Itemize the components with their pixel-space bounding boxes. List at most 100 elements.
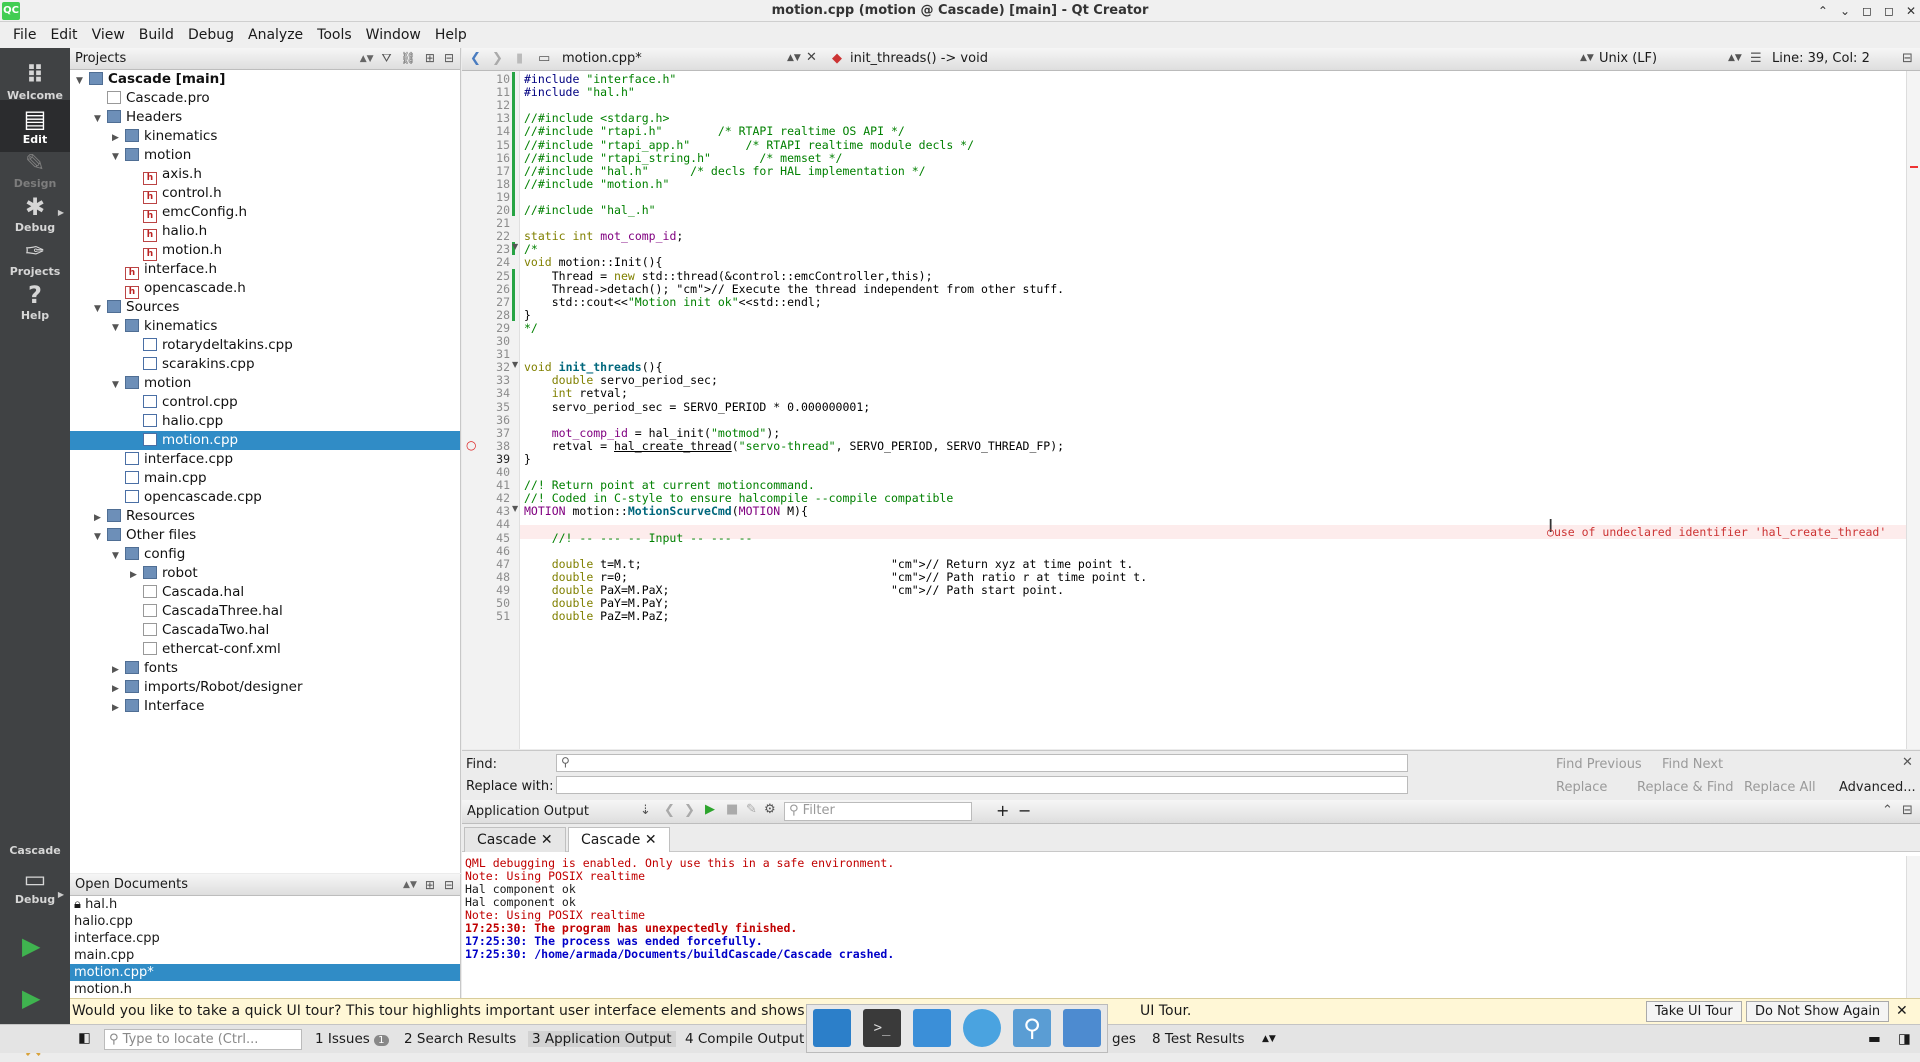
panel-dropdown-icon[interactable]: ▲▼ — [360, 54, 374, 64]
find-next-button[interactable]: Find Next — [1662, 757, 1723, 772]
prev-icon[interactable]: ❮ — [664, 803, 675, 818]
output-scrollbar[interactable] — [1906, 856, 1920, 998]
code-line[interactable]: double r=0; "cm">// Path ratio r at time… — [524, 570, 1147, 584]
open-document-item[interactable]: main.cpp — [70, 947, 460, 964]
issues-pane-button[interactable]: 1 Issues 1 — [315, 1031, 389, 1047]
attach-icon[interactable]: ⇣ — [640, 803, 651, 818]
code-line[interactable]: //#include "rtapi_string.h" /* memset */ — [524, 151, 843, 165]
tree-item-kinematics[interactable]: ▶ kinematics — [70, 127, 460, 146]
tree-item-motion-cpp[interactable]: motion.cpp — [70, 431, 460, 450]
output-tab-active[interactable]: Cascade ✕ — [568, 827, 670, 852]
open-document-item[interactable]: motion.cpp* — [70, 964, 460, 981]
tree-item-opencascade-h[interactable]: h opencascade.h — [70, 279, 460, 299]
menu-help[interactable]: Help — [428, 27, 474, 43]
output-text[interactable]: QML debugging is enabled. Only use this … — [462, 856, 1906, 998]
symbol-selector[interactable]: init_threads() -> void — [850, 51, 988, 66]
split-editor-icon[interactable]: ⊟ — [1902, 51, 1913, 66]
tree-item-fonts[interactable]: ▶ fonts — [70, 659, 460, 678]
code-line[interactable]: double servo_period_sec; — [524, 373, 718, 387]
tree-item-motion[interactable]: ▼ motion — [70, 374, 460, 393]
code-line[interactable]: servo_period_sec = SERVO_PERIOD * 0.0000… — [524, 400, 871, 414]
tree-item-opencascade-cpp[interactable]: opencascade.cpp — [70, 488, 460, 507]
output-tab[interactable]: Cascade ✕ — [464, 827, 566, 852]
tree-item-imports-robot-designer[interactable]: ▶ imports/Robot/designer — [70, 678, 460, 697]
close-panel-icon[interactable]: ⊟ — [444, 51, 454, 66]
document-dropdown-icon[interactable]: ▲▼ — [787, 53, 801, 63]
code-line[interactable]: //#include "hal_.h" — [524, 203, 656, 217]
code-line[interactable]: void motion::Init(){ — [524, 255, 662, 269]
terminal-icon[interactable]: >_ — [863, 1009, 901, 1047]
filter-icon[interactable]: ⛛ — [382, 51, 392, 66]
code-line[interactable]: //#include "rtapi.h" /* RTAPI realtime O… — [524, 124, 905, 138]
code-line[interactable]: Thread = new std::thread(&control::emcCo… — [524, 269, 933, 283]
line-ending-selector[interactable]: Unix (LF) — [1599, 51, 1657, 66]
code-line[interactable]: //#include <stdarg.h> — [524, 111, 669, 125]
tree-item-cascade-pro[interactable]: Cascade.pro — [70, 89, 460, 108]
browser-icon[interactable] — [963, 1009, 1001, 1047]
tree-item-rotarydeltakins-cpp[interactable]: rotarydeltakins.cpp — [70, 336, 460, 355]
close-panel-icon[interactable]: ⊟ — [444, 878, 454, 892]
tree-item-robot[interactable]: ▶ robot — [70, 564, 460, 583]
code-line[interactable]: double PaZ=M.PaZ; — [524, 609, 670, 623]
close-icon[interactable]: ✕ — [1906, 4, 1916, 18]
find-input[interactable]: ⚲ — [556, 754, 1408, 772]
fold-arrow-icon[interactable]: ▼ — [512, 360, 518, 369]
code-line[interactable]: //#include "hal.h" /* decls for HAL impl… — [524, 164, 926, 178]
code-line[interactable]: /* — [524, 242, 538, 256]
close-infobar-icon[interactable]: ✕ — [1896, 999, 1908, 1024]
messages-pane-button[interactable]: ges — [1112, 1031, 1136, 1047]
shade-icon[interactable]: ⌃ — [1818, 4, 1828, 18]
tree-item-axis-h[interactable]: h axis.h — [70, 165, 460, 185]
menu-tools[interactable]: Tools — [310, 27, 359, 43]
tree-item-interface-h[interactable]: h interface.h — [70, 260, 460, 280]
code-line[interactable]: double PaX=M.PaX; "cm">// Path start poi… — [524, 583, 1064, 597]
line-ending-dropdown-icon[interactable]: ▲▼ — [1728, 53, 1742, 63]
replace-all-button[interactable]: Replace All — [1744, 780, 1816, 795]
editor-scrollbar[interactable] — [1906, 71, 1920, 749]
close-tab-icon[interactable]: ✕ — [645, 832, 657, 848]
code-line[interactable]: #include "hal.h" — [524, 85, 635, 99]
mode-help[interactable]: ? Help — [0, 276, 70, 328]
cursor-position[interactable]: Line: 39, Col: 2 — [1772, 51, 1870, 66]
tree-item-halio-cpp[interactable]: halio.cpp — [70, 412, 460, 431]
maximize-panel-icon[interactable]: ⌃ — [1882, 803, 1893, 818]
menu-debug[interactable]: Debug — [181, 27, 241, 43]
test-results-pane-button[interactable]: 8 Test Results — [1152, 1031, 1245, 1047]
locator-input[interactable]: ⚲ Type to locate (Ctrl... — [104, 1029, 302, 1050]
zoom-in-icon[interactable]: + — [996, 801, 1009, 820]
tree-item-cascadatwo-hal[interactable]: CascadaTwo.hal — [70, 621, 460, 640]
tree-item-interface[interactable]: ▶ Interface — [70, 697, 460, 716]
tree-item-emcconfig-h[interactable]: h emcConfig.h — [70, 203, 460, 223]
code-line[interactable]: } — [524, 452, 531, 466]
outline-icon[interactable]: ☰ — [1750, 51, 1762, 66]
back-arrow-icon[interactable]: ❮ — [470, 51, 481, 66]
open-document-item[interactable]: halio.cpp — [70, 913, 460, 930]
symbol-dropdown-icon[interactable]: ▲▼ — [1580, 53, 1594, 63]
stop-icon[interactable]: ■ — [726, 802, 738, 817]
code-line[interactable]: double t=M.t; "cm">// Return xyz at time… — [524, 557, 1134, 571]
code-line[interactable]: retval = hal_create_thread("servo-thread… — [524, 439, 1064, 453]
code-line[interactable]: */ — [524, 321, 538, 335]
tree-item-motion-h[interactable]: h motion.h — [70, 241, 460, 261]
code-line[interactable]: int retval; — [524, 386, 628, 400]
menu-edit[interactable]: Edit — [43, 27, 84, 43]
tree-item-other-files[interactable]: ▼ Other files — [70, 526, 460, 545]
menu-build[interactable]: Build — [132, 27, 181, 43]
tree-item-control-h[interactable]: h control.h — [70, 184, 460, 204]
fold-arrow-icon[interactable]: ▼ — [512, 242, 518, 251]
desktop-icon[interactable] — [813, 1009, 851, 1047]
tree-item-cascadathree-hal[interactable]: CascadaThree.hal — [70, 602, 460, 621]
code-line[interactable]: MOTION motion::MotionScurveCmd(MOTION M)… — [524, 504, 808, 518]
next-icon[interactable]: ❯ — [684, 803, 695, 818]
tree-item-config[interactable]: ▼ config — [70, 545, 460, 564]
line-number-gutter[interactable]: 10 11 12 13 14 15 16 17 18 19 20 21 22 23 24 25 26 27 28 29… — [462, 71, 520, 749]
progress-details-icon[interactable]: ▬ — [1868, 1031, 1881, 1047]
maximize-icon[interactable]: ◻ — [1862, 4, 1872, 18]
tree-item-halio-h[interactable]: h halio.h — [70, 222, 460, 242]
restore-icon[interactable]: ◻ — [1884, 4, 1894, 18]
replace-find-button[interactable]: Replace & Find — [1637, 780, 1733, 795]
close-document-icon[interactable]: ✕ — [806, 50, 817, 65]
tree-item-main-cpp[interactable]: main.cpp — [70, 469, 460, 488]
tree-item-cascade-main[interactable]: ▼ Cascade [main] — [70, 70, 460, 89]
link-icon[interactable]: ⛓ — [401, 51, 416, 66]
